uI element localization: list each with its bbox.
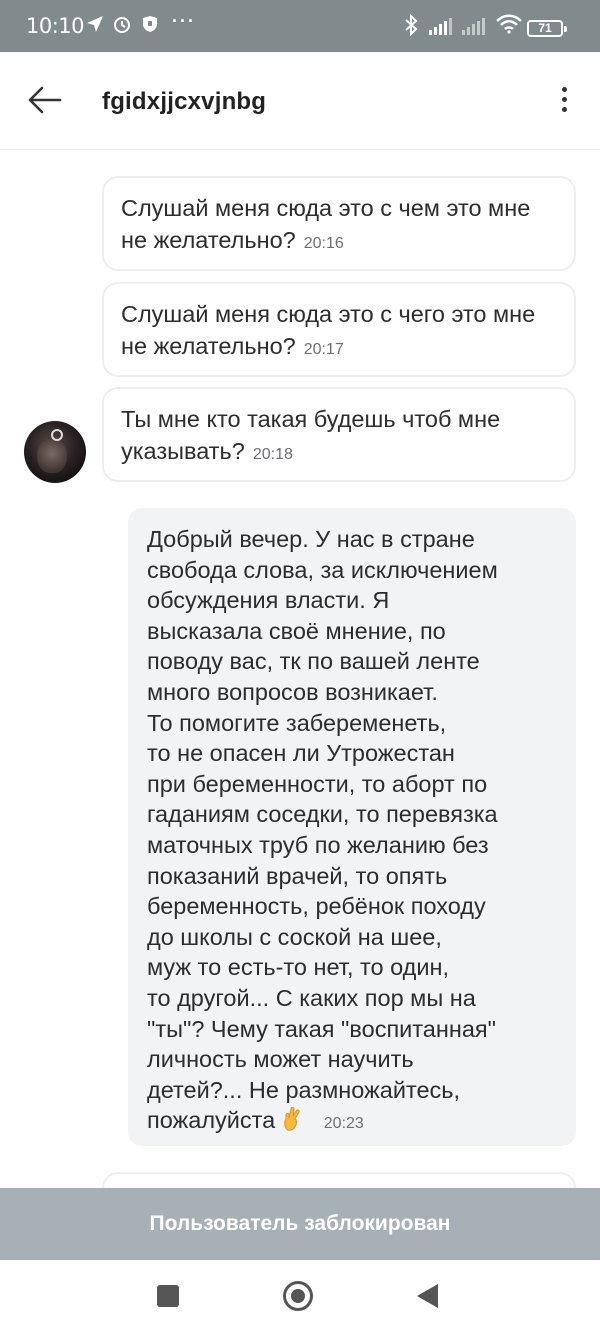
message-line: много вопросов возникает. [147, 678, 438, 705]
blocked-banner: Пользователь заблокирован [0, 1188, 600, 1260]
chat-header: fgidxjjcxvjnbg [0, 52, 600, 150]
chat-title[interactable]: fgidxjjcxvjnbg [102, 88, 266, 116]
message-line: свобода слова, за исключением [147, 556, 498, 583]
message-bubble[interactable]: Слушай меня сюда это с чего это мне не ж… [102, 282, 576, 377]
message-line: поводу вас, тк по вашей ленте [147, 648, 480, 675]
message-time: 20:18 [252, 446, 293, 463]
avatar[interactable] [24, 421, 86, 483]
crossed-fingers-emoji [282, 1106, 302, 1132]
status-time: 10:10 [26, 14, 85, 38]
message-line: Добрый вечер. У нас в стране [147, 526, 475, 552]
message-line: маточных труб по желанию без [147, 831, 489, 858]
signal-icon [428, 18, 454, 41]
more-vertical-icon[interactable] [552, 84, 576, 120]
message-bubble-outgoing[interactable]: Добрый вечер. У нас в стране свобода сло… [128, 508, 576, 1146]
message-line: личность может научить [147, 1046, 414, 1073]
message-text: Ты мне кто такая будешь чтоб мне указыва… [121, 406, 501, 464]
message-time: 20:23 [323, 1115, 364, 1133]
message-bubble[interactable]: Слушай меня сюда это с чем это мне не же… [102, 176, 576, 271]
recents-icon[interactable] [157, 1285, 179, 1307]
message-line: при беременности, то аборт по [147, 770, 488, 797]
message-line: то не опасен ли Утрожестан [147, 740, 455, 767]
message-line: пожалуйста [147, 1107, 276, 1134]
bluetooth-icon [403, 13, 419, 41]
system-nav-bar [0, 1260, 600, 1332]
alarm-icon [112, 14, 132, 39]
message-line: показаний врачей, то опять [147, 862, 448, 889]
message-line: То помогите забеременеть, [147, 709, 447, 736]
status-bar: 10:10 ··· 71 [0, 0, 600, 52]
back-triangle-icon[interactable] [417, 1284, 438, 1308]
shield-icon [140, 14, 160, 39]
message-line: высказала своё мнение, по [147, 617, 446, 644]
message-line: муж то есть-то нет, то один, [147, 954, 450, 981]
message-line: гаданиям соседки, то перевязка [147, 801, 498, 828]
navigation-icon [85, 14, 105, 39]
back-arrow-icon[interactable] [26, 85, 62, 115]
message-line: до школы с соской на шее, [147, 923, 442, 950]
message-line: беременность, ребёнок походу [147, 893, 486, 920]
message-bubble[interactable]: Ты мне кто такая будешь чтоб мне указыва… [102, 387, 576, 482]
message-time: 20:16 [303, 235, 344, 252]
wifi-icon [496, 14, 522, 39]
message-line: "ты"? Чему такая "воспитанная" [147, 1015, 496, 1042]
home-icon[interactable] [283, 1281, 313, 1311]
message-line: то другой... С каких пор мы на [147, 984, 476, 1011]
message-last-line: пожалуйста 20:23 [147, 1105, 556, 1140]
message-time: 20:17 [303, 341, 344, 358]
signal-icon [461, 18, 487, 41]
battery-icon: 71 [527, 20, 567, 37]
more-dots-icon: ··· [172, 11, 196, 31]
message-line: обсуждения власти. Я [147, 587, 390, 614]
message-line: детей?... Не размножайтесь, [147, 1076, 461, 1103]
